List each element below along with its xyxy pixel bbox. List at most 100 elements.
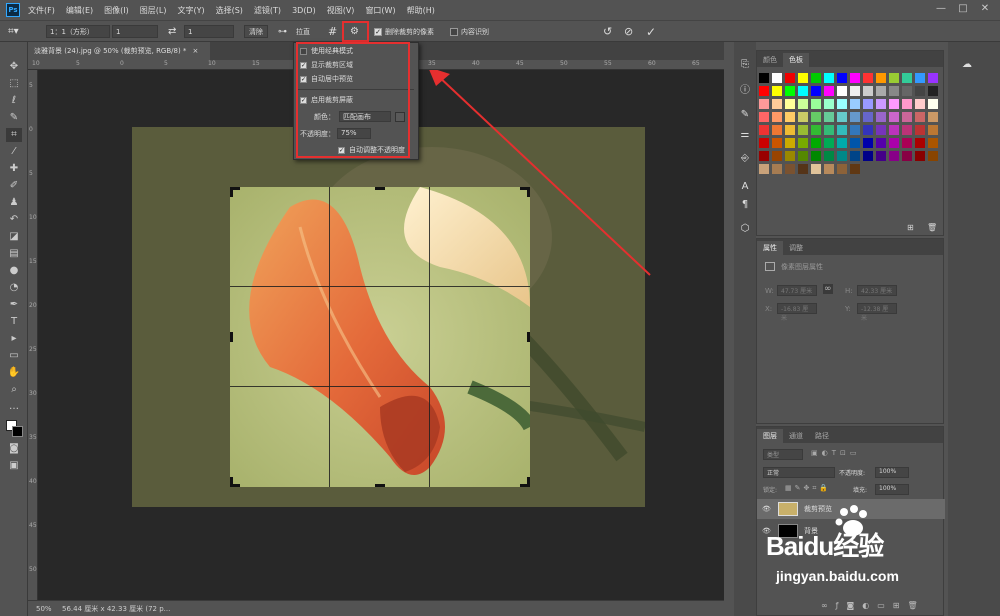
swatch[interactable]: [798, 164, 808, 174]
swatch[interactable]: [902, 138, 912, 148]
more-tools-icon[interactable]: …: [6, 400, 22, 414]
move-tool-icon[interactable]: ✥: [6, 60, 22, 74]
swatch[interactable]: [889, 86, 899, 96]
zoom-tool-icon[interactable]: ⌕: [6, 383, 22, 397]
clear-button[interactable]: 清除: [244, 25, 268, 38]
swatch[interactable]: [811, 151, 821, 161]
swatch[interactable]: [876, 151, 886, 161]
swatch[interactable]: [902, 73, 912, 83]
overlay-grid-icon[interactable]: #: [328, 25, 337, 38]
close-tab-icon[interactable]: ×: [192, 47, 198, 55]
swatch[interactable]: [837, 73, 847, 83]
swatch[interactable]: [798, 125, 808, 135]
eyedropper-tool-icon[interactable]: ⁄: [6, 145, 22, 159]
straighten-icon[interactable]: ⊶: [278, 25, 287, 38]
clone-stamp-tool-icon[interactable]: ♟: [6, 196, 22, 210]
swatch[interactable]: [824, 112, 834, 122]
swatch[interactable]: [902, 112, 912, 122]
swatch[interactable]: [772, 86, 782, 96]
swatch[interactable]: [915, 151, 925, 161]
swatch[interactable]: [876, 73, 886, 83]
brush-tool-icon[interactable]: ✐: [6, 179, 22, 193]
swatch[interactable]: [759, 151, 769, 161]
rectangle-tool-icon[interactable]: ▭: [6, 349, 22, 363]
swatch[interactable]: [824, 151, 834, 161]
swatch[interactable]: [772, 112, 782, 122]
swatch[interactable]: [889, 125, 899, 135]
minimize-button[interactable]: —: [934, 3, 948, 15]
lock-icons[interactable]: ▦✎✥⌗🔒: [785, 484, 831, 493]
swatch[interactable]: [928, 125, 938, 135]
menu-filter[interactable]: 滤镜(T): [254, 5, 281, 16]
swatch[interactable]: [811, 73, 821, 83]
x-input[interactable]: -16.83 厘米: [777, 303, 817, 322]
swatch[interactable]: [928, 112, 938, 122]
swatch[interactable]: [837, 99, 847, 109]
swatch[interactable]: [928, 151, 938, 161]
menu-3d[interactable]: 3D(D): [292, 6, 316, 15]
swatch[interactable]: [863, 112, 873, 122]
swatch[interactable]: [759, 86, 769, 96]
3d-icon[interactable]: ⬡: [738, 222, 752, 236]
swatch[interactable]: [863, 151, 873, 161]
swatch[interactable]: [811, 164, 821, 174]
menu-layer[interactable]: 图层(L): [140, 5, 167, 16]
swatch[interactable]: [902, 125, 912, 135]
layer-action-icons[interactable]: ∞ƒ◙◐▭⊞🗑: [821, 601, 926, 610]
history-icon[interactable]: ⎘: [738, 58, 752, 72]
delete-cropped-checkbox[interactable]: ✓ 删除裁剪的像素: [374, 25, 434, 38]
gradient-tool-icon[interactable]: ▤: [6, 247, 22, 261]
eraser-tool-icon[interactable]: ◪: [6, 230, 22, 244]
swatch[interactable]: [876, 138, 886, 148]
swatch[interactable]: [889, 99, 899, 109]
path-select-tool-icon[interactable]: ▸: [6, 332, 22, 346]
swatch[interactable]: [850, 138, 860, 148]
character-icon[interactable]: A: [738, 180, 752, 194]
swatch[interactable]: [863, 125, 873, 135]
swatch[interactable]: [863, 138, 873, 148]
swatch[interactable]: [915, 73, 925, 83]
dodge-tool-icon[interactable]: ◔: [6, 281, 22, 295]
swatch[interactable]: [863, 73, 873, 83]
swatch[interactable]: [785, 112, 795, 122]
pen-tool-icon[interactable]: ✒: [6, 298, 22, 312]
swatch[interactable]: [850, 164, 860, 174]
adjust-sliders-icon[interactable]: ⚌: [738, 128, 752, 142]
background-color-swatch[interactable]: [12, 426, 23, 437]
swatch[interactable]: [928, 99, 938, 109]
swatch[interactable]: [785, 73, 795, 83]
clone-source-icon[interactable]: ⎆: [738, 152, 752, 166]
swatch[interactable]: [785, 138, 795, 148]
swatch[interactable]: [785, 164, 795, 174]
tab-properties[interactable]: 属性: [757, 241, 783, 255]
swatch[interactable]: [850, 86, 860, 96]
swatch[interactable]: [798, 73, 808, 83]
swatch[interactable]: [902, 86, 912, 96]
swatch[interactable]: [811, 112, 821, 122]
swatch[interactable]: [772, 138, 782, 148]
type-tool-icon[interactable]: T: [6, 315, 22, 329]
straighten-button[interactable]: 拉直: [296, 25, 310, 38]
swatch[interactable]: [824, 138, 834, 148]
swatch[interactable]: [785, 125, 795, 135]
menu-file[interactable]: 文件(F): [28, 5, 55, 16]
swatch[interactable]: [889, 138, 899, 148]
swatch[interactable]: [876, 112, 886, 122]
swatch[interactable]: [759, 138, 769, 148]
swatch[interactable]: [837, 86, 847, 96]
tab-swatches[interactable]: 色板: [783, 53, 809, 67]
menu-edit[interactable]: 编辑(E): [66, 5, 93, 16]
swatch[interactable]: [798, 151, 808, 161]
swatch[interactable]: [863, 99, 873, 109]
swatch[interactable]: [811, 125, 821, 135]
swatch[interactable]: [850, 99, 860, 109]
swatch[interactable]: [824, 73, 834, 83]
tab-adjustments[interactable]: 调整: [783, 241, 809, 255]
menu-view[interactable]: 视图(V): [327, 5, 355, 16]
swatch[interactable]: [759, 164, 769, 174]
swatch[interactable]: [798, 86, 808, 96]
history-brush-tool-icon[interactable]: ↶: [6, 213, 22, 227]
swatch[interactable]: [772, 151, 782, 161]
swatch[interactable]: [811, 86, 821, 96]
swatch[interactable]: [889, 73, 899, 83]
